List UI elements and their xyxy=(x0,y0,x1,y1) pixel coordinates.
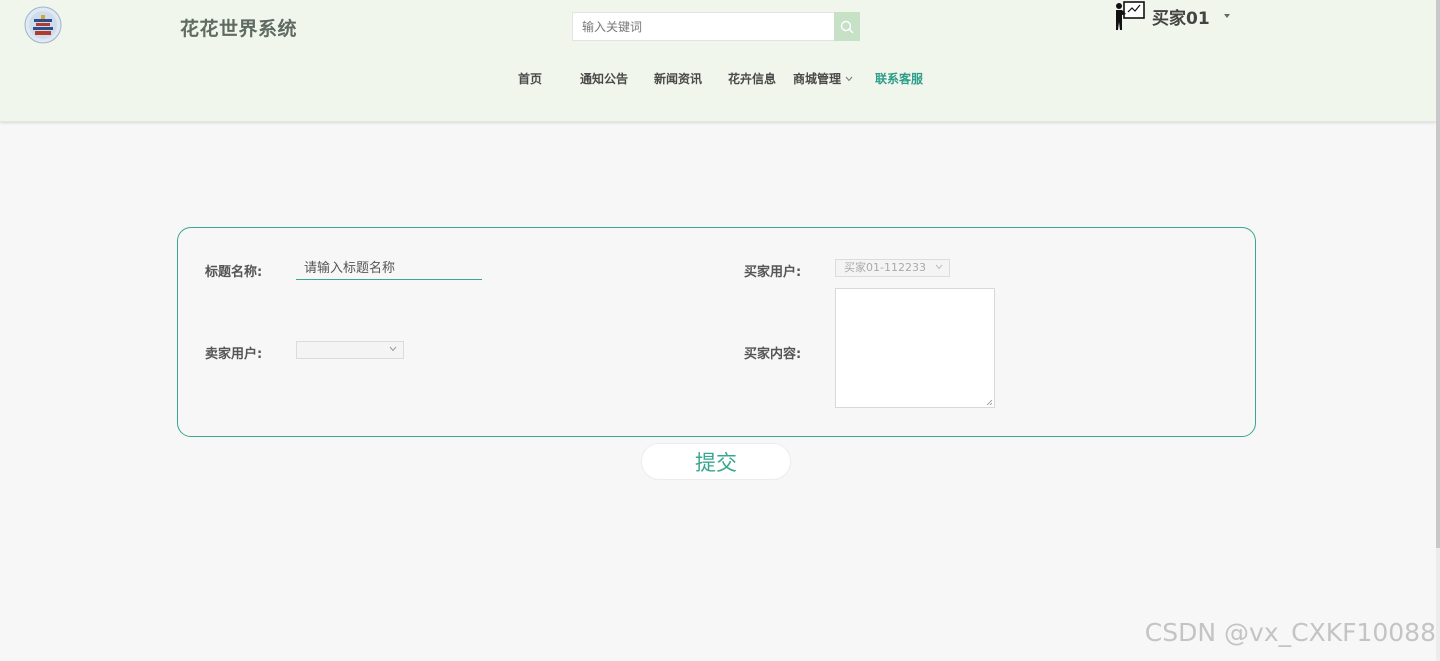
search-box xyxy=(572,12,860,41)
site-title: 花花世界系统 xyxy=(180,18,298,40)
submit-button[interactable]: 提交 xyxy=(641,443,791,480)
seller-label: 卖家用户: xyxy=(205,347,263,362)
nav-item-label: 首页 xyxy=(518,72,543,86)
nav-item-label: 新闻资讯 xyxy=(654,72,703,86)
title-label: 标题名称: xyxy=(205,265,263,280)
seller-select[interactable] xyxy=(296,341,404,359)
top-header: 花花世界系统 买家01 首页 通知公告 新闻资讯 花卉信息 xyxy=(0,0,1436,122)
title-input[interactable] xyxy=(296,258,482,280)
message-form: 标题名称: 卖家用户: 买家用户: 买家01-112233 买家内容: xyxy=(177,227,1256,437)
page-scrollbar[interactable] xyxy=(1436,0,1440,661)
search-input[interactable] xyxy=(572,12,834,41)
chevron-down-icon xyxy=(389,346,397,352)
nav-item-flowers[interactable]: 花卉信息 xyxy=(728,70,776,87)
chevron-down-icon xyxy=(845,76,853,81)
temple-logo-icon[interactable] xyxy=(24,6,62,44)
content-label: 买家内容: xyxy=(744,347,802,362)
nav-item-support[interactable]: 联系客服 xyxy=(875,70,923,87)
nav-item-home[interactable]: 首页 xyxy=(518,70,542,87)
buyer-select[interactable]: 买家01-112233 xyxy=(835,259,950,277)
nav-item-label: 商城管理 xyxy=(793,72,842,86)
nav-item-notices[interactable]: 通知公告 xyxy=(580,70,628,87)
buyer-label: 买家用户: xyxy=(744,265,802,280)
user-name: 买家01 xyxy=(1152,8,1210,29)
teacher-board-icon xyxy=(1116,1,1145,30)
nav-item-label: 花卉信息 xyxy=(728,72,777,86)
search-button[interactable] xyxy=(834,12,860,41)
chevron-down-icon xyxy=(935,264,943,270)
main-nav: 首页 通知公告 新闻资讯 花卉信息 商城管理 联系客服 xyxy=(0,70,1436,90)
content-textarea[interactable] xyxy=(835,288,995,408)
nav-item-mall[interactable]: 商城管理 xyxy=(793,70,853,87)
user-menu[interactable]: 买家01 xyxy=(1114,0,1230,32)
caret-down-icon[interactable] xyxy=(1223,14,1230,18)
scrollbar-thumb[interactable] xyxy=(1436,0,1440,548)
buyer-select-value: 买家01-112233 xyxy=(844,261,926,274)
search-icon xyxy=(840,20,854,33)
watermark-text: CSDN @vx_CXKF10088 xyxy=(1144,618,1436,647)
nav-item-label: 联系客服 xyxy=(875,72,924,86)
nav-item-news[interactable]: 新闻资讯 xyxy=(654,70,702,87)
resize-grip-icon[interactable] xyxy=(986,399,993,406)
nav-item-label: 通知公告 xyxy=(580,72,629,86)
